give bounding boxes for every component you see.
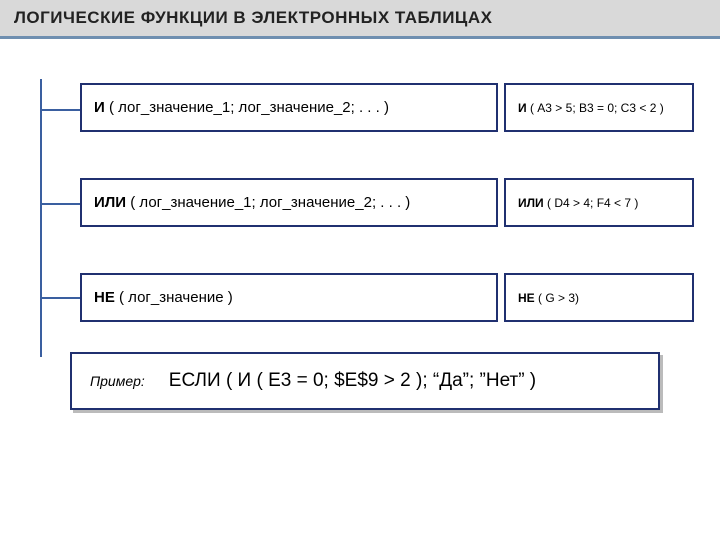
syntax-box: И ( лог_значение_1; лог_значение_2; . . … (80, 83, 498, 132)
page-title: ЛОГИЧЕСКИЕ ФУНКЦИИ В ЭЛЕКТРОННЫХ ТАБЛИЦА… (0, 0, 720, 36)
example-label: Пример: (90, 373, 145, 389)
example-box: ИЛИ ( D4 > 4; F4 < 7 ) (504, 178, 694, 227)
syntax-box: ИЛИ ( лог_значение_1; лог_значение_2; . … (80, 178, 498, 227)
connector-vertical (40, 79, 42, 357)
ex-args: ( D4 > 4; F4 < 7 ) (544, 196, 639, 210)
ex-args: ( G > 3) (535, 291, 579, 305)
example-box: НЕ ( G > 3) (504, 273, 694, 322)
fn-name: И (94, 99, 105, 116)
fn-args: ( лог_значение_1; лог_значение_2; . . . … (126, 194, 410, 211)
connector-h3 (40, 297, 80, 299)
example-box: И ( A3 > 5; B3 = 0; C3 < 2 ) (504, 83, 694, 132)
connector-h1 (40, 109, 80, 111)
example-text: ЕСЛИ ( И ( E3 = 0; $E$9 > 2 ); “Да”; ”Не… (169, 370, 536, 392)
fn-args: ( лог_значение_1; лог_значение_2; . . . … (105, 99, 389, 116)
fn-args: ( лог_значение ) (115, 289, 233, 306)
function-row: НЕ ( лог_значение ) НЕ ( G > 3) (80, 273, 700, 322)
syntax-box: НЕ ( лог_значение ) (80, 273, 498, 322)
ex-fn-name: И (518, 101, 527, 115)
header-divider (0, 36, 720, 39)
fn-name: ИЛИ (94, 194, 126, 211)
fn-name: НЕ (94, 289, 115, 306)
ex-fn-name: ИЛИ (518, 196, 544, 210)
connector-h2 (40, 203, 80, 205)
function-row: И ( лог_значение_1; лог_значение_2; . . … (80, 83, 700, 132)
content-area: И ( лог_значение_1; лог_значение_2; . . … (0, 43, 720, 410)
full-example-box: Пример: ЕСЛИ ( И ( E3 = 0; $E$9 > 2 ); “… (70, 352, 660, 410)
function-row: ИЛИ ( лог_значение_1; лог_значение_2; . … (80, 178, 700, 227)
ex-args: ( A3 > 5; B3 = 0; C3 < 2 ) (527, 101, 664, 115)
ex-fn-name: НЕ (518, 291, 535, 305)
